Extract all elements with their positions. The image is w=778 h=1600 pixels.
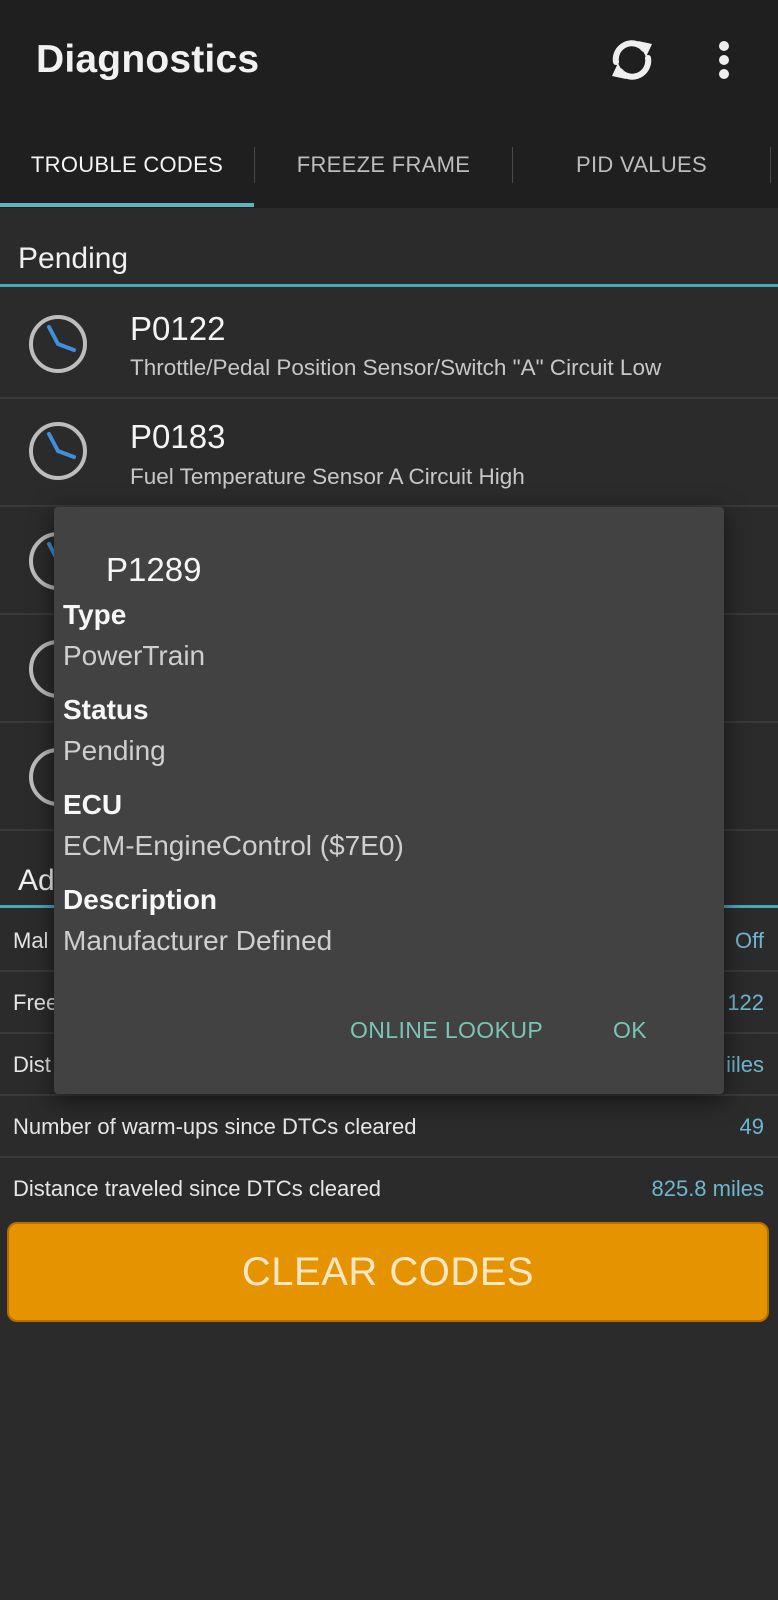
online-lookup-button[interactable]: ONLINE LOOKUP [350,1017,543,1044]
section-divider [0,284,778,287]
additional-section-title: Ad [18,864,55,897]
more-vert-icon-dot [719,55,729,65]
tab-trouble-codes[interactable]: TROUBLE CODES [0,125,254,208]
overflow-menu-button[interactable] [712,36,736,84]
dialog-field-value: ECM-EngineControl ($7E0) [63,830,404,861]
more-vert-icon [719,41,729,51]
pending-section-title: Pending [18,242,129,275]
dtc-row[interactable]: P0183 Fuel Temperature Sensor A Circuit … [0,399,778,507]
info-value: 122 [727,990,764,1015]
dialog-field-value: Manufacturer Defined [63,925,333,956]
dtc-row[interactable]: P0122 Throttle/Pedal Position Sensor/Swi… [0,291,778,399]
refresh-icon [612,40,652,80]
dialog-field-label: ECU [63,789,123,820]
info-label: Mal [13,928,49,953]
info-label: Dist [13,1052,51,1077]
clock-icon [29,422,87,480]
dialog-field-label: Type [63,599,127,630]
info-value: iiles [726,1052,764,1077]
info-label: Free [13,990,59,1015]
clear-codes-button[interactable]: CLEAR CODES [7,1222,769,1322]
info-value: 825.8 miles [651,1176,764,1201]
dialog-field-value: PowerTrain [63,640,206,671]
tab-freeze-frame[interactable]: FREEZE FRAME [255,125,512,208]
info-row: Number of warm-ups since DTCs cleared 49 [0,1096,778,1158]
tab-bar: TROUBLE CODES FREEZE FRAME PID VALUES [0,125,778,208]
page-title: Diagnostics [36,38,260,81]
info-value: Off [735,928,764,953]
dtc-code: P0122 [130,310,226,347]
active-tab-indicator [0,203,254,207]
more-vert-icon-dot [719,69,729,79]
tab-divider [770,147,771,183]
info-value: 49 [739,1114,764,1139]
dialog-field-label: Status [63,694,149,725]
dtc-description: Fuel Temperature Sensor A Circuit High [130,464,525,489]
dtc-description: Throttle/Pedal Position Sensor/Switch "A… [130,355,662,380]
dtc-detail-dialog: P1289 Type PowerTrain Status Pending ECU… [54,507,724,1094]
app-bar: Diagnostics [0,0,778,125]
dialog-field-value: Pending [63,735,166,766]
ok-button[interactable]: OK [613,1017,647,1044]
refresh-button[interactable] [604,32,660,88]
dialog-field-label: Description [63,884,218,915]
dtc-code: P0183 [130,418,226,455]
dialog-title: P1289 [106,551,202,588]
info-label: Number of warm-ups since DTCs cleared [13,1114,417,1139]
info-row: Distance traveled since DTCs cleared 825… [0,1158,778,1218]
clock-icon [29,315,87,373]
info-label: Distance traveled since DTCs cleared [13,1176,382,1201]
tab-pid-values[interactable]: PID VALUES [513,125,770,208]
